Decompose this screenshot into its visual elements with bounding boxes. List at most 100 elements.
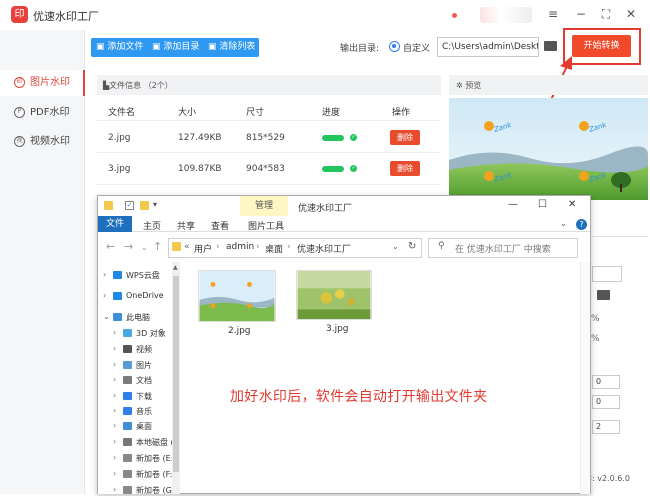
tree-item-label: 下载 <box>136 392 152 401</box>
manage-tab[interactable]: 管理 <box>240 196 288 216</box>
content-scrollbar[interactable] <box>580 262 590 494</box>
explorer-minimize-button[interactable]: — <box>508 199 518 210</box>
tree-expand-icon[interactable]: › <box>113 421 116 430</box>
tree-expand-icon[interactable]: › <box>113 406 116 415</box>
file-name-3jpg[interactable]: 3.jpg <box>326 324 349 334</box>
sidebar-item-video-watermark[interactable]: 视 视频水印 <box>0 129 85 155</box>
tree-item-icon <box>123 392 132 400</box>
address-dropdown-icon[interactable]: ⌄ <box>392 242 399 251</box>
tab-file[interactable]: 文件 <box>98 216 132 232</box>
breadcrumb-current[interactable]: 优速水印工厂 <box>297 242 351 255</box>
tree-expand-icon[interactable]: › <box>113 360 116 369</box>
breadcrumb-separator: › <box>256 242 260 252</box>
quick-access-dropdown-icon[interactable]: ▾ <box>153 200 157 209</box>
scroll-up-icon[interactable]: ▲ <box>173 264 178 271</box>
percent-label: % <box>591 314 600 324</box>
up-arrow-icon[interactable]: ↑ <box>153 240 162 253</box>
explorer-maximize-button[interactable]: ☐ <box>538 199 547 210</box>
settings-select[interactable] <box>592 266 622 282</box>
folder-plus-icon: ▣ <box>152 42 164 52</box>
check-icon[interactable]: ✓ <box>125 201 134 210</box>
tree-expand-icon[interactable]: › <box>113 469 116 478</box>
row-1-done-icon: ✓ <box>350 134 357 141</box>
ribbon <box>98 216 590 232</box>
video-watermark-icon: 视 <box>14 136 25 147</box>
sidebar-item-label: 视频水印 <box>30 136 70 147</box>
tree-expand-icon[interactable]: › <box>113 375 116 384</box>
maximize-button[interactable]: ⛶ <box>596 5 616 23</box>
tree-item-label: 图片 <box>136 361 152 370</box>
row-2-delete-button[interactable]: 删除 <box>390 161 420 176</box>
settings-divider <box>592 236 648 237</box>
breadcrumb-overflow[interactable]: « <box>184 242 190 252</box>
preview-image: Zank Zank Zank Zank <box>449 98 648 200</box>
sidebar-item-pdf-watermark[interactable]: P PDF水印 <box>0 100 85 126</box>
custom-radio[interactable] <box>389 41 400 52</box>
navigation-scroll-thumb[interactable] <box>173 276 179 472</box>
row-1-delete-button[interactable]: 删除 <box>390 130 420 145</box>
spin-input[interactable]: 0 <box>592 375 620 389</box>
add-file-button[interactable]: ▣ 添加文件 <box>96 38 143 57</box>
minimize-button[interactable]: − <box>571 5 591 23</box>
back-arrow-icon[interactable]: ← <box>106 240 115 253</box>
tree-item-label: 桌面 <box>136 422 152 431</box>
row-2-size: 109.87KB <box>178 164 222 174</box>
tree-expand-icon[interactable]: › <box>113 391 116 400</box>
breadcrumb-desktop[interactable]: 桌面 <box>265 242 283 255</box>
spin-input[interactable]: 2 <box>592 420 620 434</box>
folder-icon[interactable] <box>544 41 557 51</box>
column-header-progress: 进度 <box>322 108 341 118</box>
spin-input[interactable]: 0 <box>592 395 620 409</box>
tab-picture-tools[interactable]: 图片工具 <box>248 219 284 232</box>
row-2-dims: 904*583 <box>246 164 285 174</box>
refresh-icon[interactable]: ↻ <box>408 241 416 252</box>
explorer-close-button[interactable]: ✕ <box>568 199 576 210</box>
breadcrumb-users[interactable]: 用户 <box>194 242 212 255</box>
tree-expand-icon[interactable]: › <box>103 291 106 300</box>
start-convert-button[interactable]: 开始转换 <box>572 35 631 57</box>
pdf-watermark-icon: P <box>14 107 25 118</box>
tree-expand-icon[interactable]: › <box>113 437 116 446</box>
clear-list-button[interactable]: ▣ 清除列表 <box>208 38 255 57</box>
tab-home[interactable]: 主页 <box>143 219 161 232</box>
forward-arrow-icon[interactable]: → <box>124 240 133 253</box>
folder-icon[interactable] <box>597 290 610 300</box>
preview-title: ✲ 预览 <box>456 81 482 90</box>
ribbon-expand-icon[interactable]: ⌄ <box>560 219 567 228</box>
sidebar-item-image-watermark[interactable]: 印 图片水印 <box>0 70 85 96</box>
file-info-title: ▙文件信息 （2个） <box>103 81 173 90</box>
row-divider <box>97 120 441 121</box>
recent-dropdown-icon[interactable]: ⌄ <box>141 243 148 252</box>
tree-expand-icon[interactable]: › <box>113 453 116 462</box>
row-1-dims: 815*529 <box>246 133 285 143</box>
menu-icon[interactable]: ≡ <box>543 5 563 23</box>
close-button[interactable]: ✕ <box>621 5 641 23</box>
file-thumbnail-3jpg[interactable] <box>296 270 372 320</box>
gear-icon: ✲ <box>456 81 466 90</box>
tab-view[interactable]: 查看 <box>211 219 229 232</box>
user-area[interactable] <box>480 7 532 23</box>
output-dir-label: 输出目录: <box>340 44 380 54</box>
tree-expand-icon[interactable]: › <box>113 485 116 494</box>
help-icon[interactable]: ? <box>576 219 587 230</box>
tree-expand-icon[interactable]: › <box>113 328 116 337</box>
tab-share[interactable]: 共享 <box>177 219 195 232</box>
sidebar-item-label: PDF水印 <box>30 107 70 118</box>
row-divider <box>97 184 441 185</box>
search-icon: ⚲ <box>438 241 445 251</box>
file-name-2jpg[interactable]: 2.jpg <box>228 326 251 336</box>
breadcrumb-admin[interactable]: admin <box>226 242 254 252</box>
tree-item-icon <box>123 486 132 494</box>
tree-expand-icon[interactable]: › <box>103 270 106 279</box>
tree-expand-icon[interactable]: › <box>113 344 116 353</box>
tree-item-label: 视频 <box>136 345 152 354</box>
tree-item-label: 新加卷 (F:) <box>136 470 176 479</box>
column-header-dims: 尺寸 <box>246 108 265 118</box>
tree-expand-icon[interactable]: ⌄ <box>103 312 110 321</box>
add-directory-button[interactable]: ▣ 添加目录 <box>152 38 199 57</box>
row-2-progress-bar <box>322 166 344 172</box>
image-watermark-icon: 印 <box>14 77 25 88</box>
file-thumbnail-2jpg[interactable] <box>198 270 276 322</box>
folder-icon[interactable] <box>140 201 149 210</box>
folder-icon <box>172 242 181 251</box>
